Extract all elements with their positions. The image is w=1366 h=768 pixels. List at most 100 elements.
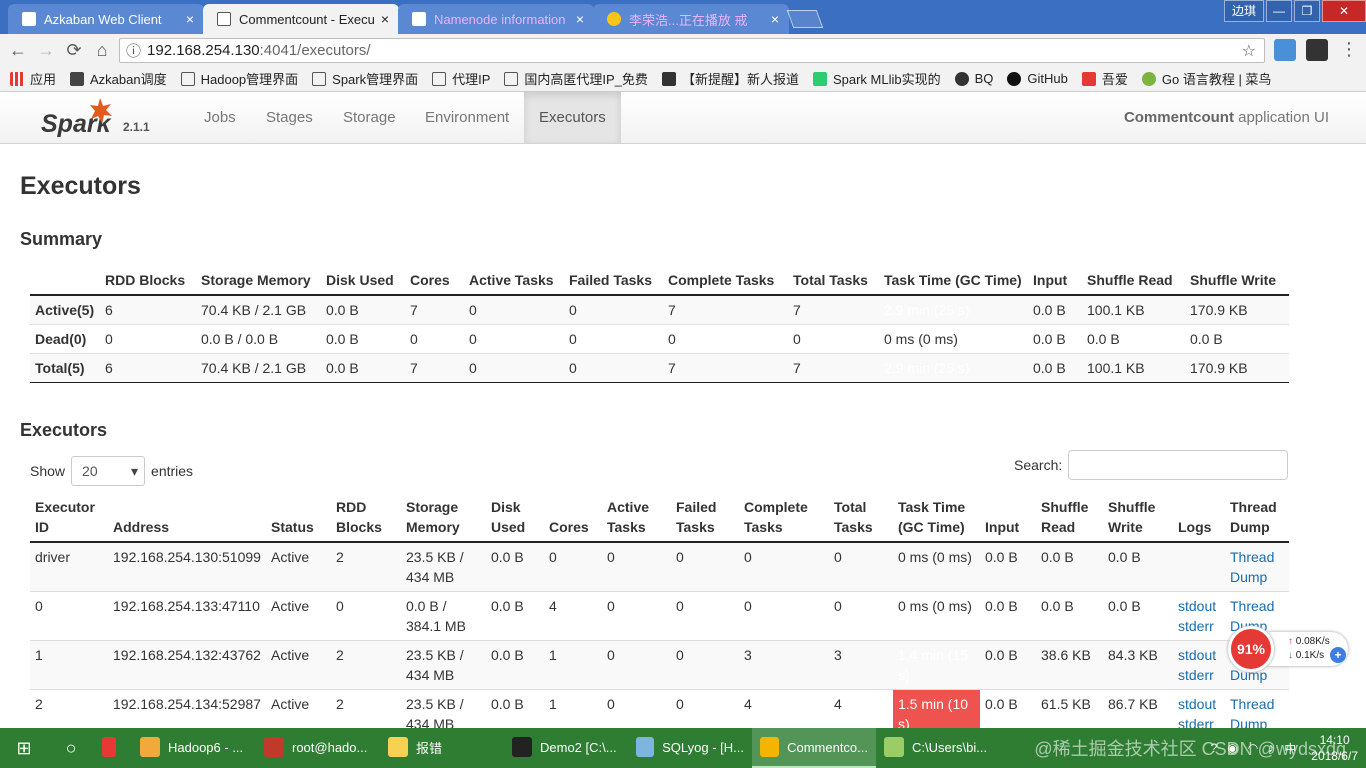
bookmark-github[interactable]: GitHub [1007,71,1068,86]
executors-header-executor-id[interactable]: Executor ID [30,493,108,543]
page-icon [180,71,195,86]
browser-tab-commentcount[interactable]: Commentcount - Executors × [203,4,399,34]
bookmark-star-icon[interactable]: ☆ [1242,41,1256,61]
executor-cell-failed: 0 [671,541,739,592]
forward-icon[interactable]: → [32,40,60,61]
summary-header-input[interactable]: Input [1028,266,1082,296]
restore-button[interactable]: ❐ [1294,0,1320,22]
bookmark-azkaban[interactable]: Azkaban调度 [70,69,167,88]
page-icon [312,71,327,86]
close-icon[interactable]: × [381,11,389,27]
extension-icon[interactable] [1306,39,1328,61]
translate-extension-icon[interactable] [1274,39,1296,61]
thread-dump-link[interactable]: Thread Dump [1230,547,1284,587]
bookmark-apps[interactable]: 应用 [10,69,56,88]
executors-header-input[interactable]: Input [980,493,1036,543]
browser-tab-namenode[interactable]: Namenode information × [398,4,594,34]
executor-cell-status: Active [266,541,331,592]
taskbar-item-terminal[interactable]: root@hado... [256,728,380,768]
taskbar-item-folder[interactable]: 报错 [380,728,504,768]
nav-stages[interactable]: Stages [251,92,328,143]
cortana-search-icon[interactable]: ○ [48,738,94,759]
executors-header-rdd-blocks[interactable]: RDD Blocks [331,493,401,543]
spark-logo[interactable]: Spark [40,96,120,140]
search-input[interactable] [1068,450,1289,480]
close-icon[interactable]: × [576,11,584,27]
bookmark-mllib[interactable]: Spark MLlib实现的 [812,69,941,88]
executors-header-failed-tasks[interactable]: Failed Tasks [671,493,739,543]
close-icon[interactable]: × [186,11,194,27]
taskbar-item-vm[interactable]: Hadoop6 - ... [132,728,256,768]
taskbar-item-sqlyog[interactable]: SQLyog - [H... [628,728,752,768]
summary-header-rdd-blocks[interactable]: RDD Blocks [100,266,196,296]
executors-header-shuffle-write[interactable]: Shuffle Write [1103,493,1173,543]
plus-icon[interactable]: + [1330,647,1346,663]
bookmark-hadoop[interactable]: Hadoop管理界面 [180,69,298,88]
taskbar-item-chrome[interactable]: Commentco... [752,728,876,768]
nav-executors[interactable]: Executors [524,92,621,143]
executors-header-address[interactable]: Address [108,493,266,543]
taskbar-item-intellij[interactable]: Demo2 [C:\... [504,728,628,768]
bookmark-runoob[interactable]: Go 语言教程 | 菜鸟 [1141,69,1271,88]
summary-header-disk-used[interactable]: Disk Used [321,266,405,296]
taskbar-item-cmd[interactable]: C:\Users\bi... [876,728,1000,768]
stderr-link[interactable]: stderr [1178,665,1220,685]
executors-header-storage-memory[interactable]: Storage Memory [401,493,486,543]
executors-header-status[interactable]: Status [266,493,331,543]
summary-cell-complete-tasks: 7 [663,294,788,325]
browser-tab-music[interactable]: 李荣浩...正在播放 戒 × [593,4,789,34]
home-icon[interactable]: ⌂ [88,40,116,61]
bookmark-proxy-cn[interactable]: 国内高匿代理IP_免费 [504,69,648,88]
summary-cell-input: 0.0 B [1028,353,1082,383]
address-bar[interactable]: ⓘ 192.168.254.130:4041/executors/ ☆ [119,38,1265,63]
summary-header-storage-memory[interactable]: Storage Memory [196,266,321,296]
executors-header-task-time-gc-time[interactable]: Task Time (GC Time) [893,493,980,543]
bookmark-52pojie[interactable]: 吾爱 [1081,69,1128,88]
executors-header-total-tasks[interactable]: Total Tasks [829,493,893,543]
close-window-button[interactable]: ✕ [1322,0,1366,22]
windows-start-icon[interactable]: ⊞ [0,738,48,759]
stdout-link[interactable]: stdout [1178,596,1220,616]
executors-header-logs[interactable]: Logs [1173,493,1225,543]
executors-header-thread-dump[interactable]: Thread Dump [1225,493,1289,543]
browser-tab-azkaban[interactable]: Azkaban Web Client × [8,4,204,34]
summary-header-total-tasks[interactable]: Total Tasks [788,266,879,296]
executor-cell-logs [1173,541,1225,592]
executors-header-active-tasks[interactable]: Active Tasks [602,493,671,543]
summary-header-blank[interactable] [30,266,100,296]
nav-storage[interactable]: Storage [328,92,411,143]
summary-header-shuffle-read[interactable]: Shuffle Read [1082,266,1185,296]
reload-icon[interactable]: ⟳ [60,40,88,61]
summary-header-complete-tasks[interactable]: Complete Tasks [663,266,788,296]
executors-header-cores[interactable]: Cores [544,493,602,543]
stdout-link[interactable]: stdout [1178,694,1220,714]
bookmark-proxy[interactable]: 代理IP [432,69,490,88]
taskbar-item-netease-music[interactable] [94,728,132,768]
nav-jobs[interactable]: Jobs [189,92,251,143]
bookmark-forum[interactable]: 【新提醒】新人报道 [661,69,799,88]
bookmark-bq[interactable]: BQ [954,71,993,86]
profile-button[interactable]: 边琪 [1224,0,1264,22]
minimize-button[interactable]: — [1266,0,1292,22]
memory-usage-badge[interactable]: 91% [1228,626,1274,672]
menu-icon[interactable]: ⋮ [1340,39,1358,60]
summary-header-cores[interactable]: Cores [405,266,464,296]
executors-header-complete-tasks[interactable]: Complete Tasks [739,493,829,543]
summary-cell-complete-tasks: 0 [663,324,788,354]
bookmark-spark[interactable]: Spark管理界面 [312,69,418,88]
summary-header-shuffle-write[interactable]: Shuffle Write [1185,266,1289,296]
executors-header-shuffle-read[interactable]: Shuffle Read [1036,493,1103,543]
info-icon[interactable]: ⓘ [126,40,141,61]
stdout-link[interactable]: stdout [1178,645,1220,665]
back-icon[interactable]: ← [4,40,32,61]
nav-environment[interactable]: Environment [410,92,524,143]
executors-header-disk-used[interactable]: Disk Used [486,493,544,543]
stderr-link[interactable]: stderr [1178,616,1220,636]
network-speed-widget[interactable]: ↑ 0.08K/s ↓ 0.1K/s + 91% [1228,626,1358,672]
summary-header-active-tasks[interactable]: Active Tasks [464,266,564,296]
close-icon[interactable]: × [771,11,779,27]
new-tab-button[interactable] [786,10,824,28]
summary-header-failed-tasks[interactable]: Failed Tasks [564,266,663,296]
summary-header-task-time-gc-time[interactable]: Task Time (GC Time) [879,266,1028,296]
entries-select[interactable]: 20 [71,456,146,486]
